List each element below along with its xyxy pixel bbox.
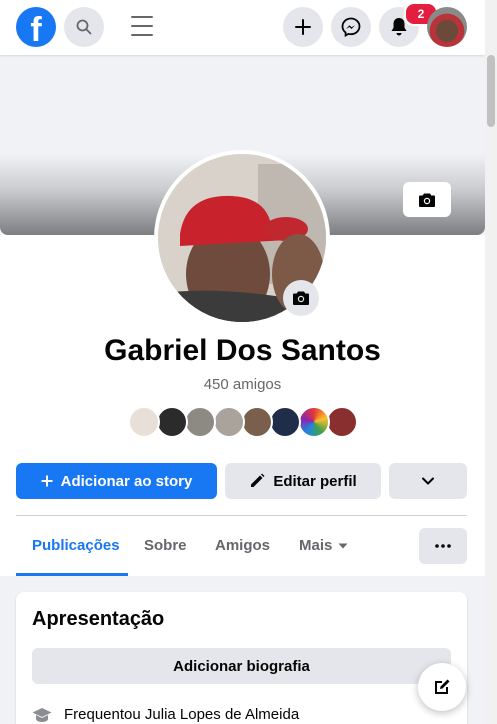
menu-icon — [131, 16, 153, 18]
tab-mais-label: Mais — [299, 537, 333, 554]
search-icon — [76, 19, 92, 35]
active-tab-indicator — [16, 573, 128, 576]
friend-avatar[interactable] — [213, 406, 245, 438]
graduation-cap-icon — [32, 707, 52, 723]
camera-icon — [293, 291, 309, 305]
compose-icon — [435, 679, 450, 694]
education-text[interactable]: Frequentou Julia Lopes de Almeida — [64, 706, 299, 723]
add-to-story-label: Adicionar ao story — [60, 472, 193, 490]
camera-icon — [419, 193, 435, 207]
search-button[interactable] — [64, 7, 104, 47]
education-item: Frequentou Julia Lopes de Almeida — [32, 706, 299, 723]
profile-options-dropdown[interactable] — [389, 463, 467, 499]
edit-profile-label: Editar perfil — [273, 472, 357, 490]
friend-avatar[interactable] — [241, 406, 273, 438]
scrollbar[interactable] — [485, 0, 497, 724]
profile-name: Gabriel Dos Santos — [104, 334, 381, 367]
edit-profile-button[interactable]: Editar perfil — [225, 463, 381, 499]
create-button[interactable] — [283, 7, 323, 47]
ellipsis-icon — [435, 544, 451, 548]
tab-mais[interactable]: Mais — [299, 537, 348, 554]
compose-button[interactable] — [418, 663, 466, 711]
top-navigation-bar: f 2 — [0, 0, 485, 55]
friend-avatar[interactable] — [269, 406, 301, 438]
messenger-icon — [341, 17, 361, 37]
friend-avatar[interactable] — [184, 406, 216, 438]
messenger-button[interactable] — [331, 7, 371, 47]
tab-publicacoes[interactable]: Publicações — [32, 537, 120, 554]
tab-sobre[interactable]: Sobre — [144, 537, 187, 554]
facebook-logo[interactable]: f — [16, 7, 56, 47]
friend-avatar[interactable] — [156, 406, 188, 438]
chevron-down-icon — [422, 477, 434, 485]
scrollbar-thumb[interactable] — [487, 55, 495, 127]
more-options-button[interactable] — [419, 528, 467, 564]
pencil-icon — [249, 473, 265, 489]
account-avatar[interactable] — [427, 7, 467, 47]
menu-button[interactable] — [131, 16, 153, 38]
intro-card: Apresentação Adicionar biografia Frequen… — [16, 592, 467, 724]
add-to-story-button[interactable]: Adicionar ao story — [16, 463, 217, 499]
divider — [16, 515, 467, 516]
edit-profile-picture-button[interactable] — [283, 280, 319, 316]
caret-down-icon — [338, 543, 348, 548]
friend-avatar[interactable] — [128, 406, 160, 438]
friend-avatar[interactable] — [298, 406, 330, 438]
plus-icon — [41, 475, 53, 487]
add-bio-button[interactable]: Adicionar biografia — [32, 648, 451, 684]
friends-count[interactable]: 450 amigos — [0, 376, 485, 393]
plus-icon — [295, 19, 311, 35]
intro-title: Apresentação — [32, 608, 165, 630]
edit-cover-button[interactable] — [403, 182, 451, 217]
friend-avatar[interactable] — [326, 406, 358, 438]
tab-amigos[interactable]: Amigos — [215, 537, 270, 554]
